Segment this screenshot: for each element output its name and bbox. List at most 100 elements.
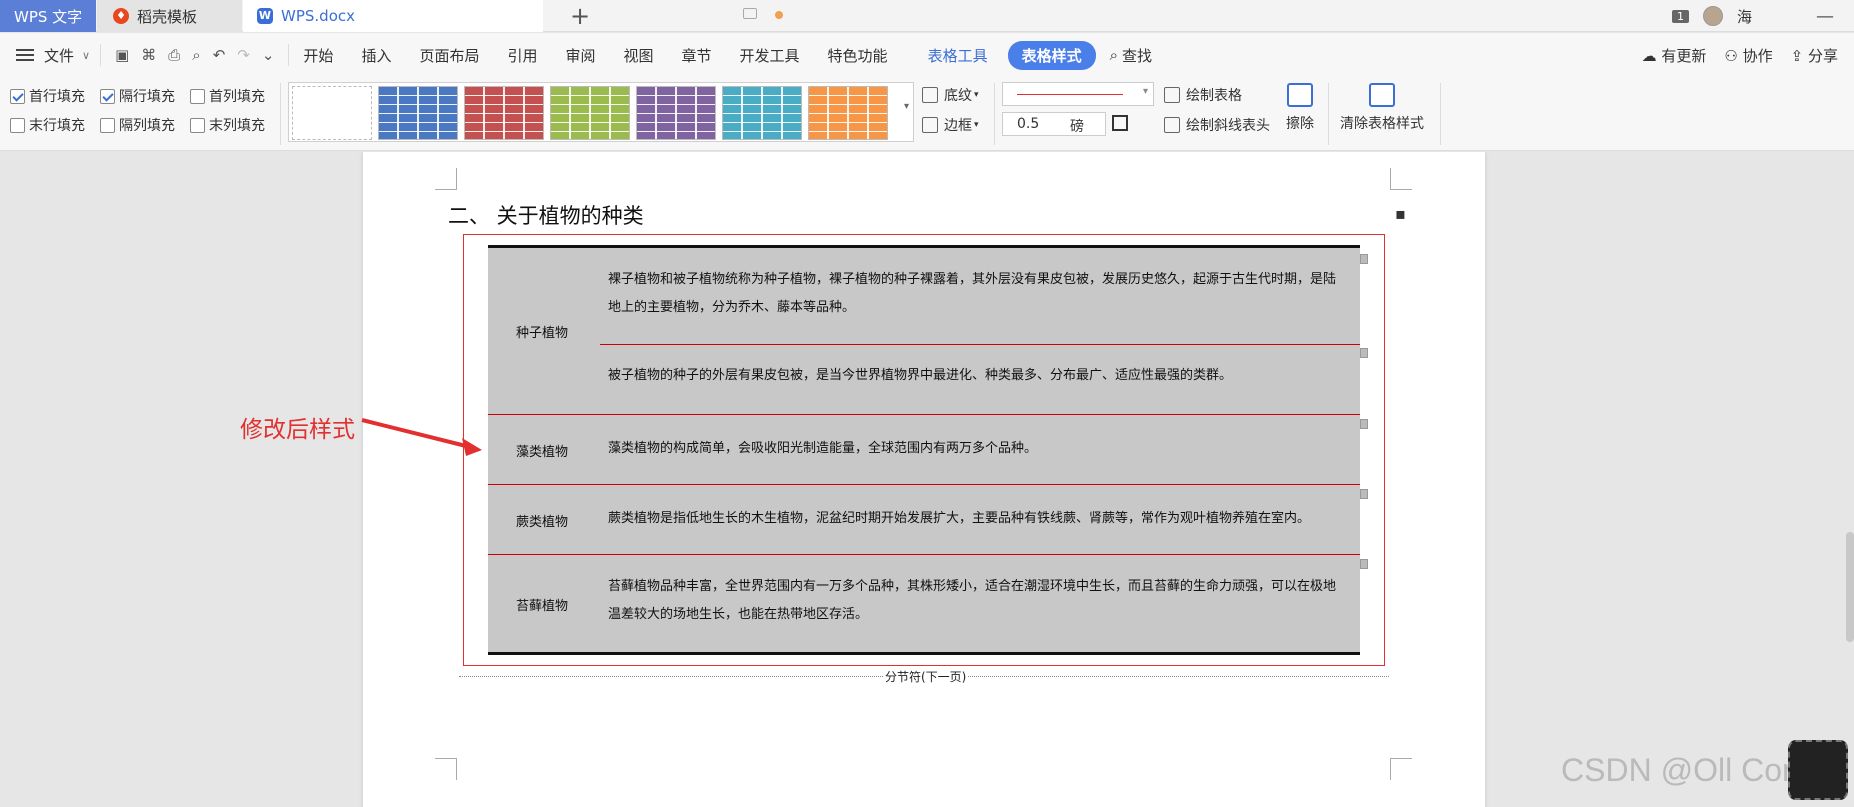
new-tab-button[interactable]: + xyxy=(570,2,590,30)
erase-label: 擦除 xyxy=(1286,116,1314,132)
row-label[interactable]: 种子植物 xyxy=(516,322,568,341)
paint-bucket-icon xyxy=(922,87,938,103)
gallery-more-icon[interactable]: ▾ xyxy=(904,101,909,112)
section-heading[interactable]: 二、 关于植物的种类 xyxy=(448,200,644,230)
row-label[interactable]: 苔藓植物 xyxy=(516,595,568,614)
table-style-swatch[interactable] xyxy=(292,86,372,140)
redo-icon[interactable]: ↷ xyxy=(237,46,250,64)
save-icon[interactable]: ▣ xyxy=(115,46,129,64)
menu-features[interactable]: 特色功能 xyxy=(814,45,902,66)
menu-table-style[interactable]: 表格样式 xyxy=(1007,40,1096,70)
checkbox-icon xyxy=(10,117,25,133)
word-doc-icon: W xyxy=(257,8,273,24)
row-text[interactable]: 裸子植物和被子植物统称为种子植物，裸子植物的种子裸露着，其外层没有果皮包被，发展… xyxy=(608,266,1348,322)
print-preview-icon[interactable]: ⌕ xyxy=(192,46,200,64)
draw-table-label: 绘制表格 xyxy=(1186,88,1242,104)
menu-view[interactable]: 视图 xyxy=(610,45,668,66)
document-page[interactable]: 二、 关于植物的种类 ▪ 种子植物 裸子植物和被子植物统称为种子植物，裸子植物的… xyxy=(363,152,1485,807)
annotation-label: 修改后样式 xyxy=(240,417,355,443)
border-button[interactable]: 边框 ▾ xyxy=(922,115,979,135)
erase-button[interactable]: 擦除 xyxy=(1286,83,1314,133)
border-color-icon[interactable] xyxy=(1112,115,1128,131)
draw-diagonal-button[interactable]: 绘制斜线表头 xyxy=(1164,115,1270,135)
cell-end-mark xyxy=(1360,489,1368,499)
plant-types-table[interactable]: 种子植物 裸子植物和被子植物统称为种子植物，裸子植物的种子裸露着，其外层没有果皮… xyxy=(488,245,1368,655)
margin-corner xyxy=(435,168,457,190)
row-text[interactable]: 藻类植物的构成简单，会吸收阳光制造能量，全球范围内有两万多个品种。 xyxy=(608,435,1348,463)
share-button[interactable]: ⇪ 分享 xyxy=(1791,45,1838,66)
print-icon[interactable]: ⎙ xyxy=(168,46,180,64)
monitor-icon[interactable] xyxy=(743,8,757,19)
table-style-swatch[interactable] xyxy=(636,86,716,140)
menu-insert[interactable]: 插入 xyxy=(347,45,405,66)
menu-table-tool[interactable]: 表格工具 xyxy=(914,45,1002,66)
tab-wps-writer[interactable]: WPS 文字 xyxy=(0,0,96,32)
checkbox-last-column[interactable]: 末列填充 xyxy=(190,115,265,135)
tab-template[interactable]: ♦ 稻壳模板 xyxy=(97,0,242,32)
menu-references[interactable]: 引用 xyxy=(493,45,551,66)
more-icon[interactable]: ⌄ xyxy=(262,46,275,64)
table-row[interactable]: 藻类植物 藻类植物的构成简单，会吸收阳光制造能量，全球范围内有两万多个品种。 xyxy=(488,415,1368,485)
vertical-scrollbar[interactable] xyxy=(1846,532,1854,642)
format-painter-icon[interactable]: ⌘ xyxy=(141,46,156,64)
row-text[interactable]: 被子植物的种子的外层有果皮包被，是当今世界植物界中最进化、种类最多、分布最广、适… xyxy=(608,362,1348,390)
unsaved-dot-icon xyxy=(775,11,783,19)
table-row[interactable]: 蕨类植物 蕨类植物是指低地生长的木生植物，泥盆纪时期开始发展扩大，主要品种有铁线… xyxy=(488,485,1368,555)
checkbox-icon xyxy=(190,117,205,133)
table-row[interactable]: 种子植物 裸子植物和被子植物统称为种子植物，裸子植物的种子裸露着，其外层没有果皮… xyxy=(488,248,1368,415)
line-style-select[interactable] xyxy=(1002,82,1154,106)
row-text[interactable]: 苔藓植物品种丰富，全世界范围内有一万多个品种，其株形矮小，适合在潮湿环境中生长，… xyxy=(608,573,1348,629)
cell-end-mark xyxy=(1360,254,1368,264)
line-width-unit: 磅 xyxy=(1070,119,1084,135)
clear-table-style-button[interactable]: 清除表格样式 xyxy=(1340,83,1424,133)
margin-corner xyxy=(1390,168,1412,190)
share-label: 分享 xyxy=(1807,46,1838,65)
checkbox-last-row[interactable]: 末行填充 xyxy=(10,115,85,135)
avatar[interactable] xyxy=(1702,6,1723,26)
cell-end-mark xyxy=(1360,419,1368,429)
docer-icon: ♦ xyxy=(113,8,129,24)
table-row[interactable]: 苔藓植物 苔藓植物品种丰富，全世界范围内有一万多个品种，其株形矮小，适合在潮湿环… xyxy=(488,555,1368,652)
hamburger-icon xyxy=(16,54,34,56)
table-style-swatch[interactable] xyxy=(722,86,802,140)
row-text[interactable]: 蕨类植物是指低地生长的木生植物，泥盆纪时期开始发展扩大，主要品种有铁线蕨、肾蕨等… xyxy=(608,505,1348,533)
minimize-icon[interactable]: — xyxy=(1816,6,1834,27)
row-label[interactable]: 蕨类植物 xyxy=(516,511,568,530)
menu-page-layout[interactable]: 页面布局 xyxy=(405,45,493,66)
table-style-swatch[interactable] xyxy=(464,86,544,140)
cell-end-mark xyxy=(1360,559,1368,569)
undo-icon[interactable]: ↶ xyxy=(213,46,226,64)
find-button[interactable]: ⌕ 查找 xyxy=(1096,45,1166,66)
border-icon xyxy=(922,117,938,133)
find-label: 查找 xyxy=(1122,46,1153,65)
shading-label: 底纹 xyxy=(944,88,972,104)
window-count-badge[interactable]: 1 xyxy=(1671,9,1689,23)
checkbox-first-row[interactable]: 首行填充 xyxy=(10,86,85,106)
floating-widget[interactable] xyxy=(1788,740,1848,800)
checkbox-first-column[interactable]: 首列填充 xyxy=(190,86,265,106)
checkbox-label: 末列填充 xyxy=(209,118,265,134)
line-width-select[interactable]: 0.5 xyxy=(1002,112,1106,136)
menu-home[interactable]: 开始 xyxy=(289,45,347,66)
checkbox-icon xyxy=(10,88,25,104)
user-name[interactable]: 海 xyxy=(1737,6,1752,27)
checkbox-banded-rows[interactable]: 隔行填充 xyxy=(100,86,175,106)
update-button[interactable]: ☁ 有更新 xyxy=(1642,45,1707,66)
row-label[interactable]: 藻类植物 xyxy=(516,441,568,460)
draw-table-button[interactable]: 绘制表格 xyxy=(1164,85,1242,105)
menu-developer[interactable]: 开发工具 xyxy=(726,45,814,66)
collaborate-button[interactable]: ⚇ 协作 xyxy=(1724,45,1772,66)
file-menu[interactable]: 文件 ∨ xyxy=(0,45,100,66)
checkbox-label: 首列填充 xyxy=(209,89,265,105)
menu-review[interactable]: 审阅 xyxy=(551,45,609,66)
table-style-swatch[interactable] xyxy=(378,86,458,140)
table-style-swatch[interactable] xyxy=(550,86,630,140)
margin-corner xyxy=(1390,758,1412,780)
checkbox-banded-columns[interactable]: 隔列填充 xyxy=(100,115,175,135)
tab-document[interactable]: W WPS.docx xyxy=(243,0,783,32)
table-style-gallery: ▾ xyxy=(288,82,914,142)
menu-section[interactable]: 章节 xyxy=(668,45,726,66)
chevron-down-icon: ▾ xyxy=(974,120,979,130)
table-style-swatch[interactable] xyxy=(808,86,888,140)
shading-button[interactable]: 底纹 ▾ xyxy=(922,85,979,105)
